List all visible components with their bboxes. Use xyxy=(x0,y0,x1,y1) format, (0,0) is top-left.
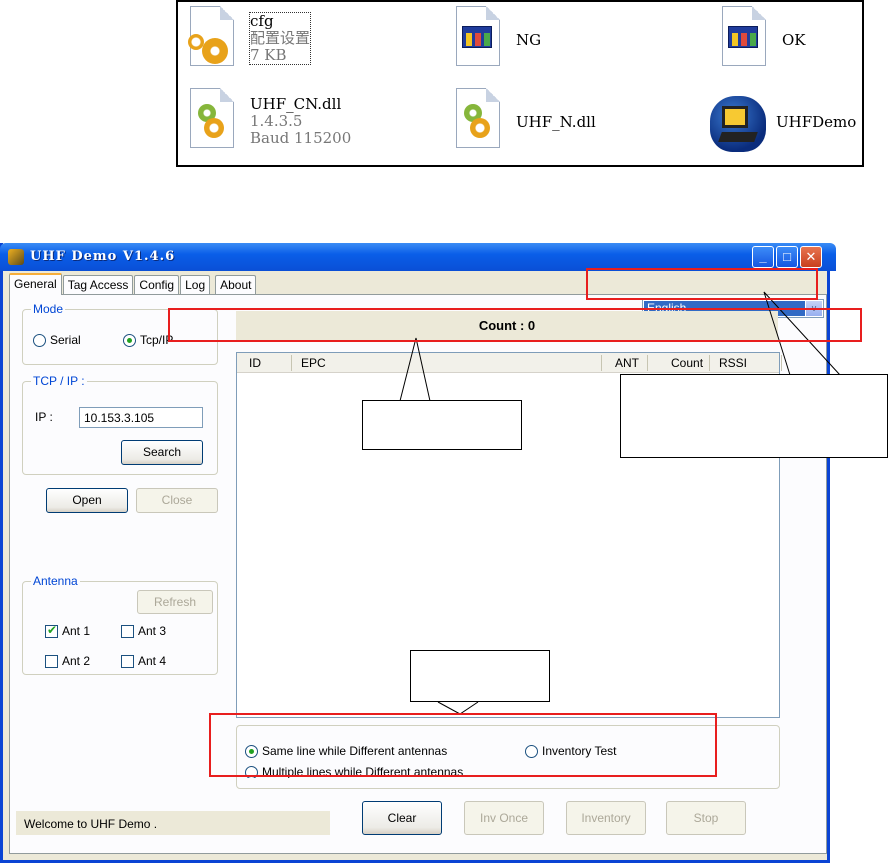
annotation-options-box xyxy=(209,713,717,777)
annotation-count-box xyxy=(168,308,862,342)
annotation-callout-options xyxy=(410,650,550,702)
screenshot-stage: cfg 配置设置 7 KB NG OK UHF_CN.dll 1.4.3.5 B… xyxy=(0,0,891,863)
annotation-callout-language xyxy=(620,374,888,458)
annotation-language-box xyxy=(586,268,818,300)
annotation-callout-count xyxy=(362,400,522,450)
tab-general[interactable]: General xyxy=(9,273,62,295)
